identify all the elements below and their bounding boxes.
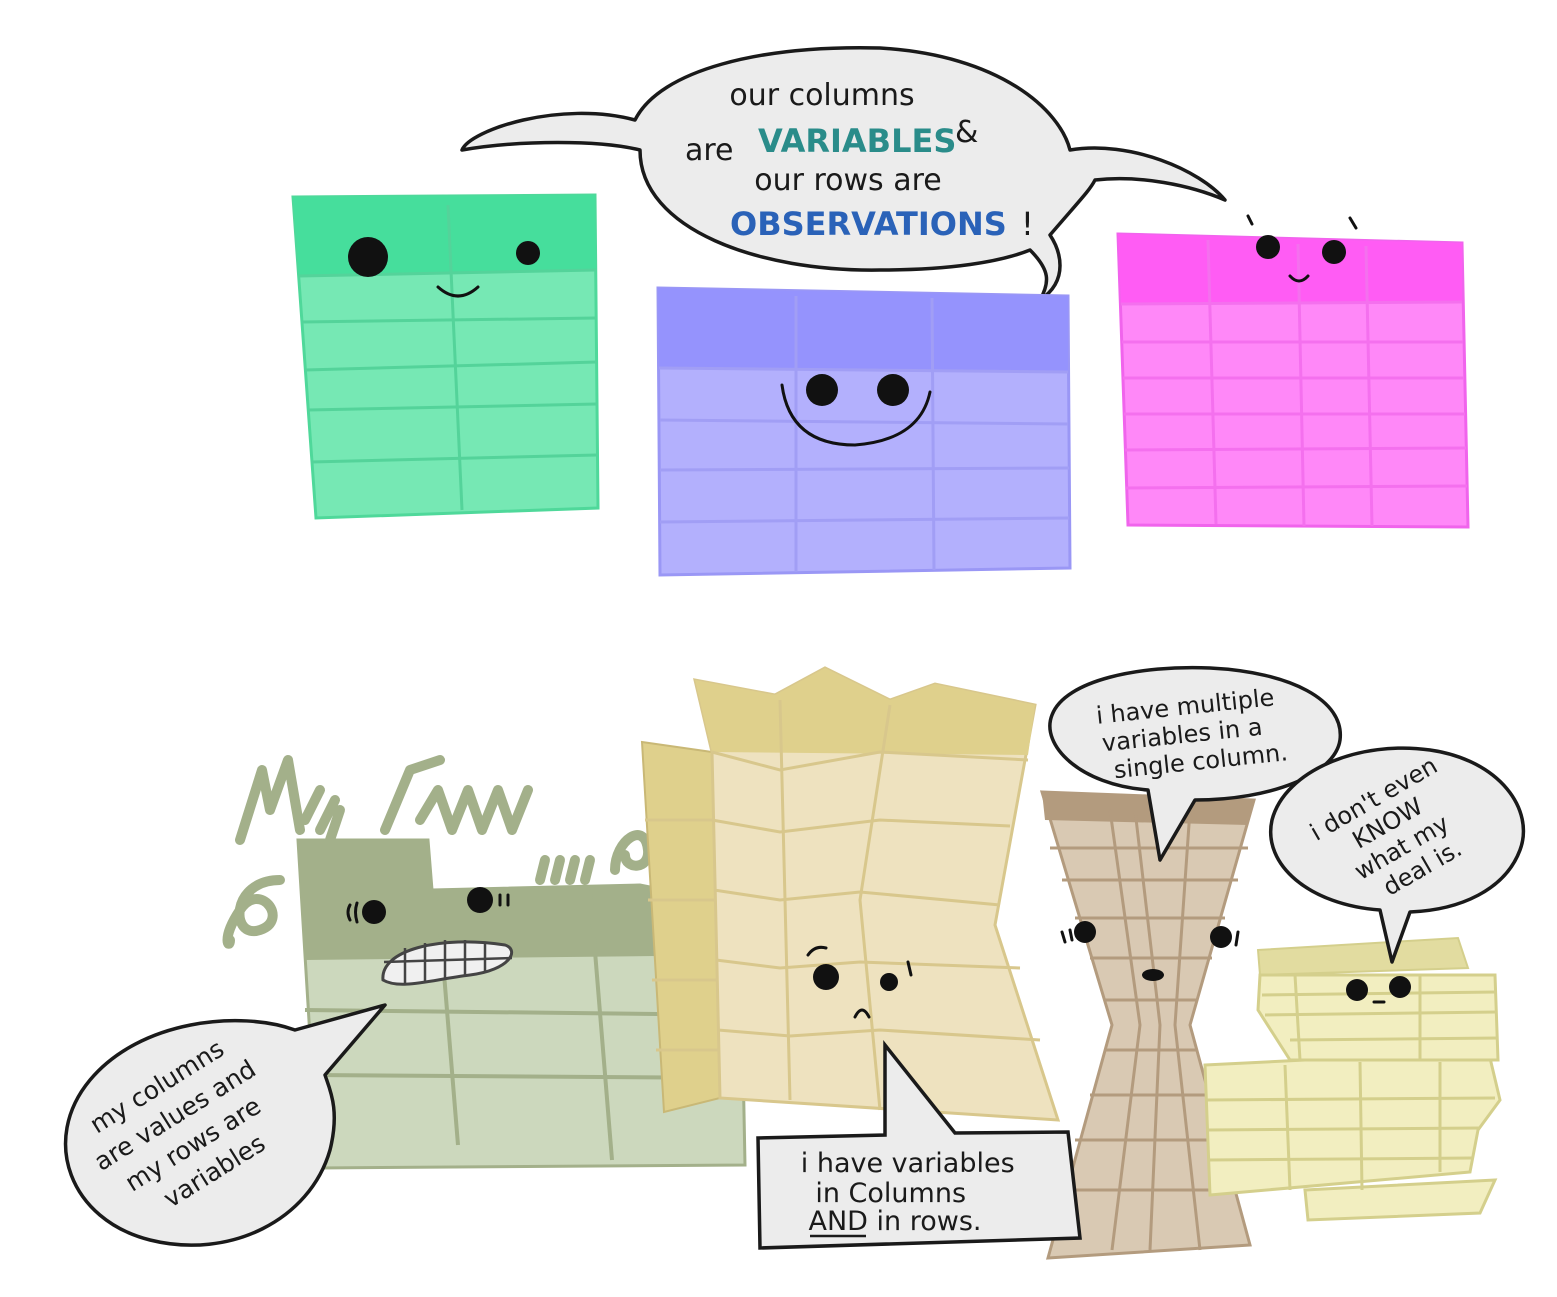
brown-table-right-sweat — [1234, 930, 1240, 947]
top-bubble-line-2-prefix: are — [685, 133, 734, 168]
pink-table-left-eye — [1256, 235, 1280, 259]
purple-table-left-eye — [806, 374, 838, 406]
top-bubble-line-4: OBSERVATIONS ! — [730, 205, 1034, 243]
variables-highlight: VARIABLES — [758, 122, 956, 160]
top-bubble-line-1: our columns — [729, 78, 914, 113]
messy-yellow-table — [1203, 936, 1502, 1222]
tan-table-right-eye — [880, 973, 898, 991]
purple-table-right-eye — [877, 374, 909, 406]
top-bubble-exclaim: ! — [1021, 205, 1034, 243]
brown-table-left-sweat — [1060, 928, 1074, 944]
tidy-green-table — [291, 193, 600, 520]
messy-tan-table — [640, 666, 1061, 1122]
illustration-canvas: our columns are VARIABLES & our rows are… — [63, 46, 1526, 1260]
observations-highlight: OBSERVATIONS — [730, 205, 1007, 243]
yellow-table-left-eye — [1346, 979, 1368, 1001]
pink-table-right-brow — [1348, 216, 1358, 230]
olive-table-left-eye — [362, 900, 386, 924]
green-table-right-eye — [516, 241, 540, 265]
tidy-purple-table — [656, 286, 1072, 577]
tan-table-left-eye — [813, 964, 839, 990]
green-table-left-eye — [348, 237, 388, 277]
bottom-right-speech-bubble-2: i don't even KNOW what my deal is. — [1268, 746, 1526, 964]
top-bubble-line-3: our rows are — [754, 163, 942, 198]
tidy-pink-table — [1116, 214, 1470, 529]
yellow-table-right-eye — [1389, 976, 1411, 998]
brown-table-mouth — [1142, 969, 1164, 981]
brown-table-right-eye — [1210, 926, 1232, 948]
top-bubble-ampersand: & — [955, 115, 978, 150]
pink-table-left-brow — [1246, 214, 1254, 226]
olive-table-right-eye — [467, 887, 493, 913]
brown-table-left-eye — [1074, 921, 1096, 943]
pink-table-right-eye — [1322, 240, 1346, 264]
